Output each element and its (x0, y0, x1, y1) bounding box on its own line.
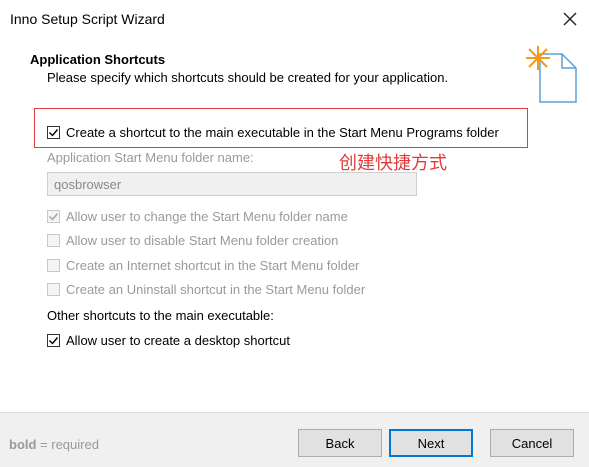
next-button[interactable]: Next (389, 429, 473, 457)
cancel-button[interactable]: Cancel (490, 429, 574, 457)
checkbox-label: Allow user to disable Start Menu folder … (66, 233, 339, 248)
checkbox-label: Create a shortcut to the main executable… (66, 125, 499, 140)
page-title: Application Shortcuts (30, 52, 166, 67)
checkbox-box (47, 283, 60, 296)
checkbox-label: Create an Uninstall shortcut in the Star… (66, 282, 366, 297)
folder-name-label: Application Start Menu folder name: (47, 150, 254, 165)
wizard-footer: bold = required Back Next Cancel (0, 412, 589, 467)
required-bold: bold (9, 437, 37, 452)
close-icon (563, 12, 577, 26)
uninstall-shortcut-checkbox[interactable]: Create an Uninstall shortcut in the Star… (47, 282, 365, 297)
close-button[interactable] (559, 8, 581, 30)
new-document-icon (526, 46, 577, 103)
checkbox-label: Allow user to create a desktop shortcut (66, 333, 291, 348)
checkbox-box (47, 259, 60, 272)
checkbox-box (47, 210, 60, 223)
checkbox-box (47, 234, 60, 247)
other-shortcuts-label: Other shortcuts to the main executable: (47, 308, 274, 323)
checkmark-icon (49, 129, 59, 137)
page-subtitle: Please specify which shortcuts should be… (47, 70, 449, 85)
title-bar: Inno Setup Script Wizard (0, 0, 589, 38)
allow-change-folder-checkbox[interactable]: Allow user to change the Start Menu fold… (47, 209, 348, 224)
required-note: bold = required (9, 437, 99, 452)
checkmark-icon (49, 213, 59, 221)
desktop-shortcut-checkbox[interactable]: Allow user to create a desktop shortcut (47, 333, 290, 348)
back-button[interactable]: Back (298, 429, 382, 457)
window-title: Inno Setup Script Wizard (10, 11, 165, 27)
folder-name-input[interactable]: qosbrowser (47, 172, 417, 196)
internet-shortcut-checkbox[interactable]: Create an Internet shortcut in the Start… (47, 258, 359, 273)
checkbox-label: Create an Internet shortcut in the Start… (66, 258, 360, 273)
start-menu-shortcut-checkbox[interactable]: Create a shortcut to the main executable… (47, 125, 499, 140)
checkmark-icon (49, 337, 59, 345)
wizard-header: Application Shortcuts Please specify whi… (0, 38, 589, 108)
allow-disable-folder-checkbox[interactable]: Allow user to disable Start Menu folder … (47, 233, 338, 248)
checkbox-box (47, 126, 60, 139)
required-text: = required (36, 437, 99, 452)
checkbox-box (47, 334, 60, 347)
checkbox-label: Allow user to change the Start Menu fold… (66, 209, 348, 224)
